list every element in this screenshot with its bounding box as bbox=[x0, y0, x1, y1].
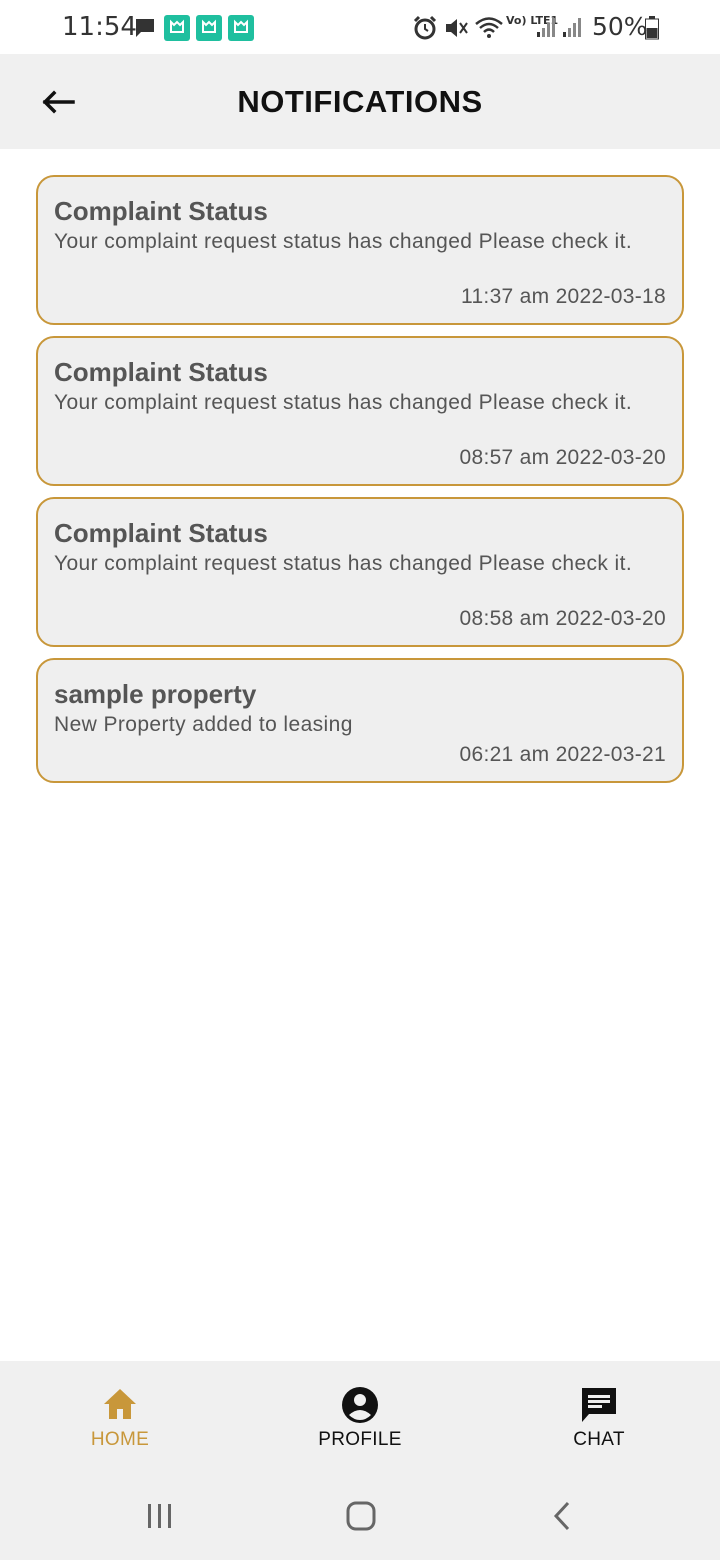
chat-icon bbox=[582, 1388, 616, 1422]
signal-icon bbox=[537, 18, 555, 37]
notification-title: Complaint Status bbox=[54, 518, 268, 548]
page-title: NOTIFICATIONS bbox=[237, 84, 483, 119]
app-notification-icon bbox=[164, 15, 190, 41]
status-time: 11:54 bbox=[62, 12, 137, 42]
battery-percent: 50% bbox=[592, 12, 648, 41]
nav-home-label: HOME bbox=[90, 1429, 150, 1450]
signal-icon bbox=[563, 18, 581, 37]
mute-icon bbox=[446, 19, 468, 37]
wifi-icon bbox=[475, 17, 503, 38]
notification-card[interactable]: Complaint Status Your complaint request … bbox=[36, 175, 684, 325]
notification-time: 08:58 am 2022-03-20 bbox=[459, 607, 666, 630]
app-notification-icon bbox=[196, 15, 222, 41]
app-header: NOTIFICATIONS bbox=[0, 54, 720, 149]
message-icon bbox=[136, 19, 154, 37]
notification-title: Complaint Status bbox=[54, 196, 268, 226]
notification-list: Complaint Status Your complaint request … bbox=[36, 175, 684, 794]
notification-card[interactable]: Complaint Status Your complaint request … bbox=[36, 497, 684, 647]
notification-title: sample property bbox=[54, 679, 257, 709]
notification-time: 11:37 am 2022-03-18 bbox=[461, 285, 666, 308]
nav-profile-label: PROFILE bbox=[318, 1429, 402, 1450]
battery-icon bbox=[645, 16, 659, 40]
notification-time: 08:57 am 2022-03-20 bbox=[459, 446, 666, 469]
nav-home[interactable]: HOME bbox=[50, 1385, 190, 1451]
home-system-icon[interactable] bbox=[345, 1500, 377, 1532]
notification-title: Complaint Status bbox=[54, 357, 268, 387]
notification-time: 06:21 am 2022-03-21 bbox=[459, 743, 666, 766]
nav-profile[interactable]: PROFILE bbox=[290, 1385, 430, 1451]
nav-chat-label: CHAT bbox=[573, 1429, 625, 1450]
status-bar: 11:54 Vo) LTE1 50% bbox=[0, 0, 720, 54]
back-system-icon[interactable] bbox=[550, 1500, 574, 1532]
account-circle-icon bbox=[342, 1387, 378, 1423]
app-notification-icon bbox=[228, 15, 254, 41]
notification-card[interactable]: Complaint Status Your complaint request … bbox=[36, 336, 684, 486]
notification-body: Your complaint request status has change… bbox=[54, 391, 633, 414]
recent-apps-icon[interactable] bbox=[146, 1500, 174, 1532]
notification-body: Your complaint request status has change… bbox=[54, 552, 633, 575]
notification-body: Your complaint request status has change… bbox=[54, 230, 633, 253]
nav-chat[interactable]: CHAT bbox=[529, 1385, 669, 1451]
bottom-navigation: HOME PROFILE CHAT bbox=[0, 1361, 720, 1474]
system-navigation bbox=[0, 1474, 720, 1560]
home-icon bbox=[104, 1389, 136, 1419]
notification-card[interactable]: sample property New Property added to le… bbox=[36, 658, 684, 783]
notification-body: New Property added to leasing bbox=[54, 713, 353, 736]
alarm-icon bbox=[413, 15, 437, 40]
